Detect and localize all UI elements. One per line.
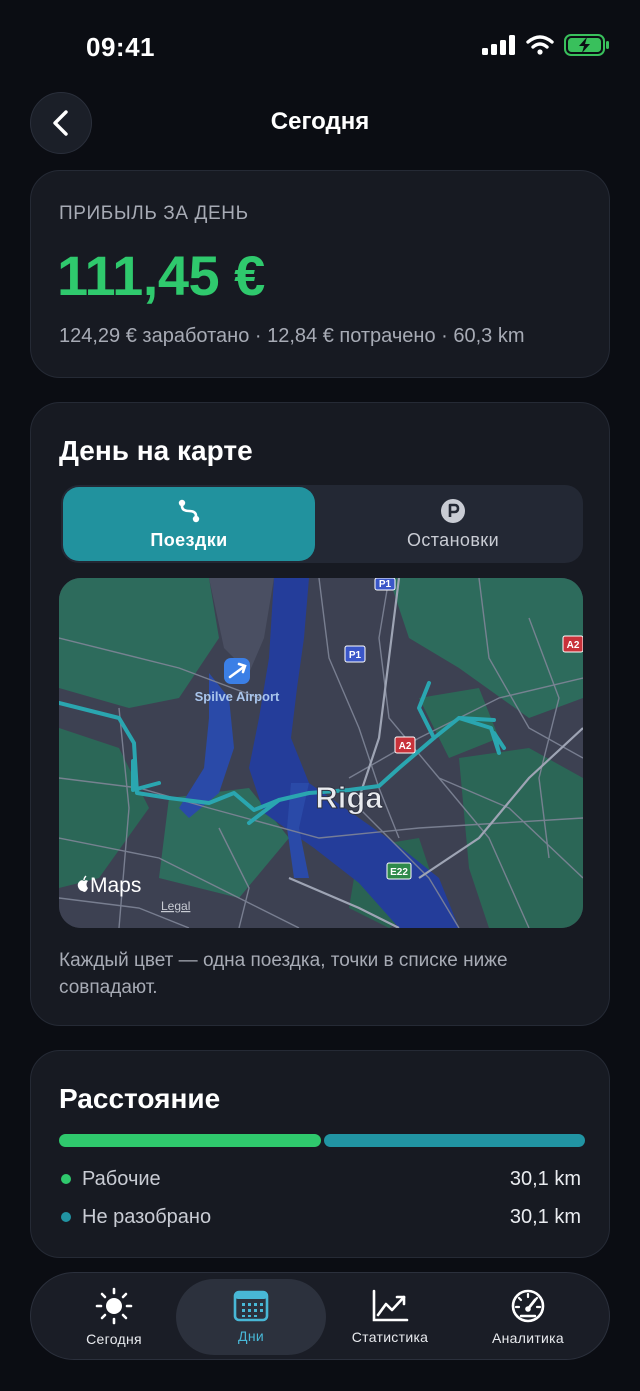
tab-bar: Сегодня Дни Статистика Аналитика [30, 1272, 610, 1360]
tab-today[interactable]: Сегодня [39, 1279, 189, 1355]
distance-bar-work [59, 1134, 321, 1147]
segment-trips-label: Поездки [150, 529, 228, 550]
legend-row-unsorted[interactable]: Не разобрано 30,1 km [59, 1203, 581, 1231]
battery-charging-icon [564, 34, 609, 56]
tab-days-label: Дни [238, 1328, 264, 1344]
tab-statistics-label: Статистика [351, 1329, 429, 1345]
legend-row-work[interactable]: Рабочие 30,1 km [59, 1165, 581, 1193]
wifi-icon [526, 35, 554, 55]
distance-bar [59, 1134, 585, 1147]
road-shield-e22: E22 [390, 867, 408, 878]
sun-icon [95, 1287, 133, 1325]
road-shield-p1-top: P1 [379, 579, 392, 590]
tab-statistics[interactable]: Статистика [315, 1279, 465, 1355]
legend-value-work: 30,1 km [509, 1167, 581, 1190]
tab-analytics-label: Аналитика [492, 1330, 564, 1346]
segment-stops-label: Остановки [406, 529, 500, 550]
road-shield-a2: A2 [399, 741, 412, 752]
profit-summary: 124,29 € заработано · 12,84 € потрачено … [59, 325, 525, 347]
parking-icon [441, 498, 465, 523]
tab-analytics[interactable]: Аналитика [453, 1279, 603, 1355]
distance-bar-unsorted [323, 1134, 585, 1147]
map-canvas: Spilve Airport P1 P1 A2 A2 E22 Riga Maps… [59, 578, 583, 928]
road-shield-a2-edge: A2 [567, 640, 580, 651]
chart-line-icon [372, 1289, 409, 1322]
calendar-icon [233, 1290, 269, 1322]
status-time: 09:41 [86, 32, 155, 62]
profit-label: ПРИБЫЛЬ ЗА ДЕНЬ [59, 203, 249, 224]
distance-card: Расстояние Рабочие 30,1 km Не разобрано … [30, 1050, 610, 1258]
legend-value-unsorted: 30,1 km [509, 1205, 581, 1228]
maps-legal-link[interactable]: Legal [161, 899, 190, 913]
maps-brand-label: Maps [90, 874, 141, 897]
profit-value: 111,45 € [57, 244, 265, 307]
map-caption: Каждый цвет — одна поездка, точки в спис… [59, 950, 508, 998]
profit-card: ПРИБЫЛЬ ЗА ДЕНЬ 111,45 € 124,29 € зарабо… [30, 170, 610, 378]
legend-label-unsorted: Не разобрано [82, 1205, 212, 1228]
map-card-title: День на карте [59, 435, 253, 466]
legend-label-work: Рабочие [82, 1167, 161, 1190]
city-label: Riga [315, 780, 383, 815]
airport-label: Spilve Airport [195, 689, 280, 704]
speedometer-icon [511, 1289, 545, 1323]
map-mode-segmented-control: Поездки Остановки [61, 485, 583, 563]
road-shield-p1: P1 [349, 650, 362, 661]
distance-title: Расстояние [59, 1083, 221, 1114]
route-icon [178, 499, 200, 522]
legend-dot-work [61, 1174, 71, 1184]
tab-today-label: Сегодня [86, 1331, 142, 1347]
legend-dot-unsorted [61, 1212, 71, 1222]
status-bar: 09:41 [0, 0, 640, 90]
status-icons [482, 34, 610, 56]
trip-map[interactable]: Spilve Airport P1 P1 A2 A2 E22 Riga Maps… [59, 578, 583, 928]
segment-trips[interactable]: Поездки [63, 487, 315, 561]
segment-stops[interactable]: Остановки [327, 487, 579, 561]
page-title: Сегодня [270, 108, 370, 135]
tab-days[interactable]: Дни [176, 1279, 326, 1355]
signal-icon [482, 35, 515, 55]
map-card: День на карте Поездки Остановки Spilve A… [30, 402, 610, 1026]
